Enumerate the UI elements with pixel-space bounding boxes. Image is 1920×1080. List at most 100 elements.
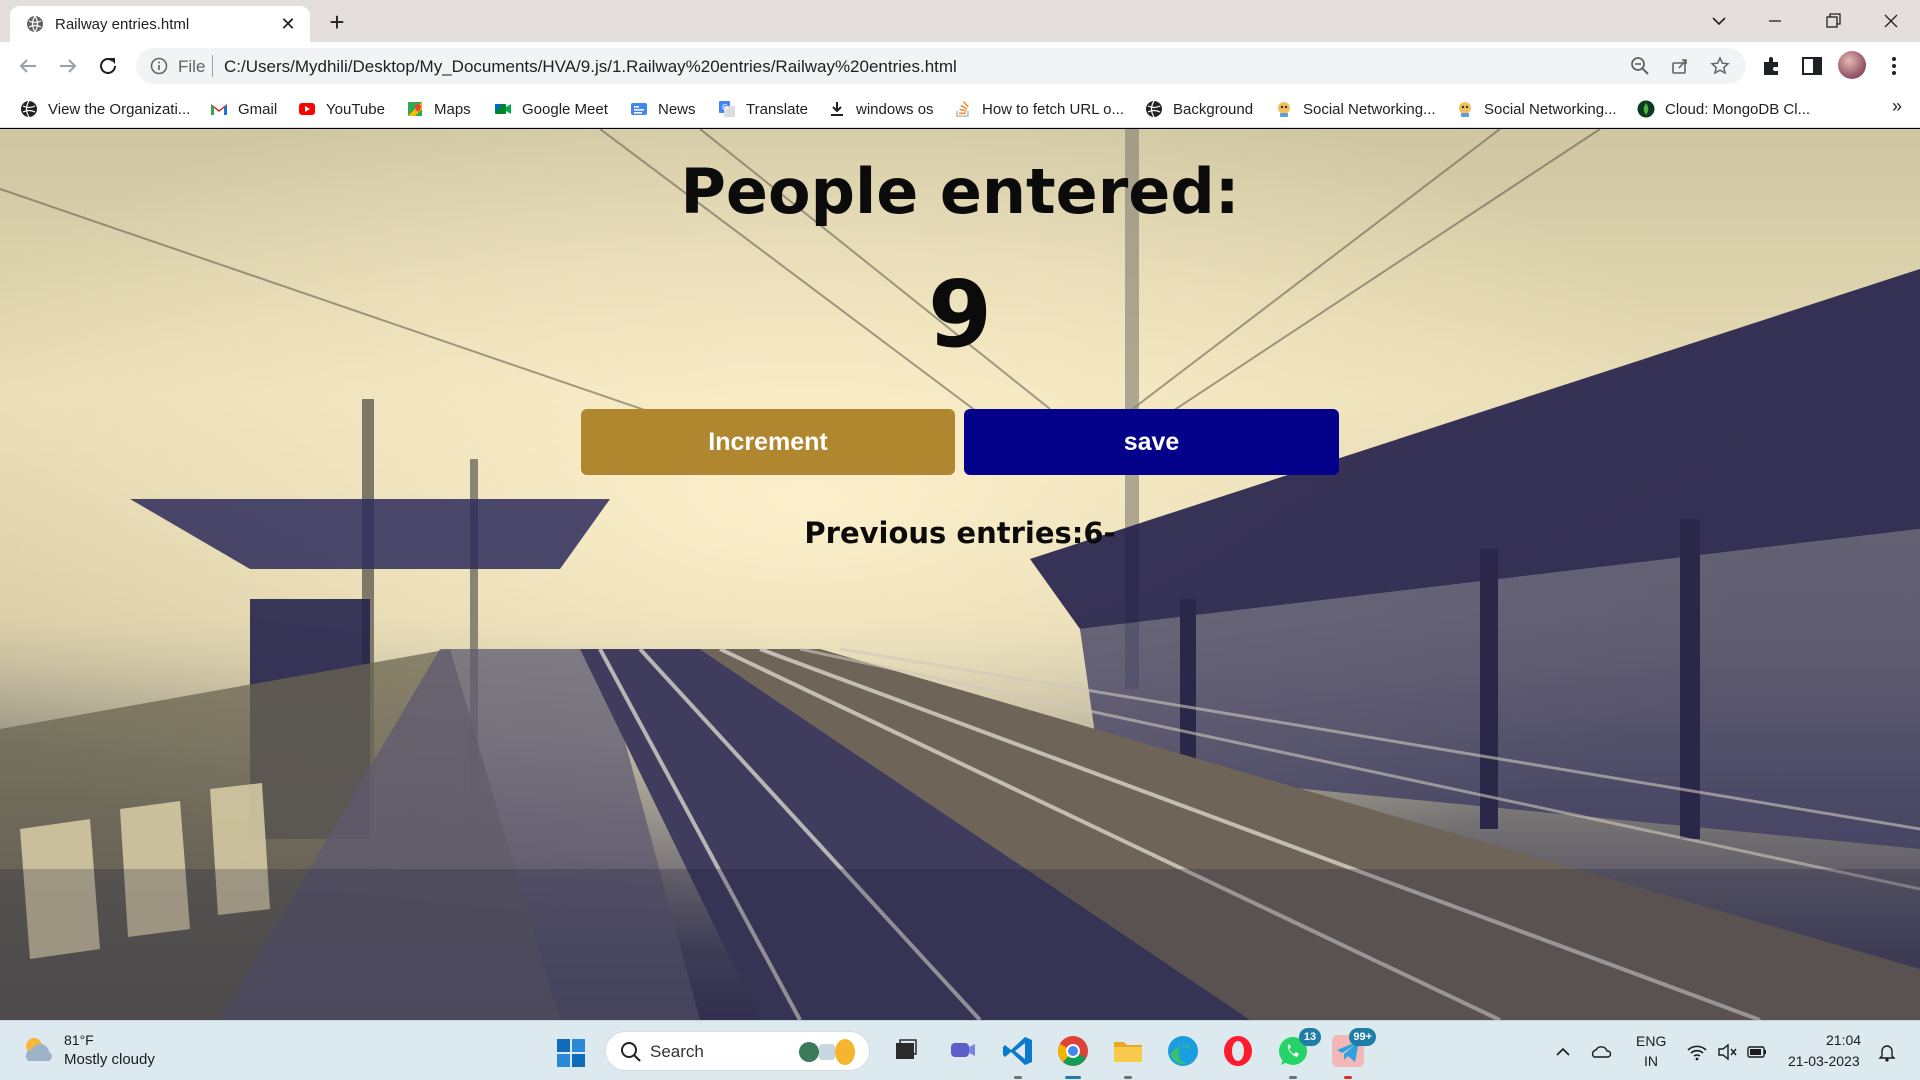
maps-icon [408,102,422,116]
zoom-icon[interactable] [1630,56,1650,76]
vscode-icon[interactable] [1000,1033,1036,1079]
previous-entries-text: Previous entries:6- [804,516,1116,550]
bookmark-label: View the Organizati... [48,100,191,118]
increment-button[interactable]: Increment [581,409,955,475]
file-explorer-icon[interactable] [1110,1033,1146,1079]
bookmark-item[interactable]: windows os [828,98,934,120]
bookmark-label: Translate [746,100,808,118]
bookmark-label: YouTube [326,100,385,118]
tab-strip: Railway entries.html ✕ + [0,0,1920,42]
youtube-icon [299,103,315,115]
bookmark-item[interactable]: Background [1145,98,1253,120]
windows-taskbar: 81°F Mostly cloudy Search 13 99+ ENG IN … [0,1020,1920,1080]
meet-icon [495,104,511,114]
bookmark-item[interactable]: Cloud: MongoDB Cl... [1637,98,1810,120]
page-title: People entered: [680,155,1240,228]
whatsapp-notification-badge: 13 [1299,1028,1321,1046]
bookmark-item[interactable]: News [630,98,696,120]
running-indicator [1289,1076,1297,1079]
bookmark-label: News [658,100,696,118]
bookmark-star-icon[interactable] [1710,56,1730,76]
new-tab-button[interactable]: + [322,8,352,38]
mongodb-icon [1637,100,1655,118]
clock-date[interactable]: 21-03-2023 [1788,1053,1860,1069]
edge-icon[interactable] [1165,1033,1201,1069]
address-bar[interactable]: File C:/Users/Mydhili/Desktop/My_Documen… [136,48,1746,84]
taskbar-search[interactable]: Search [605,1031,870,1071]
download-icon [831,102,843,116]
weather-description: Mostly cloudy [64,1051,155,1068]
teams-chat-icon[interactable] [944,1033,980,1069]
bookmark-label: windows os [856,100,934,118]
search-icon [621,1042,641,1062]
close-window-icon[interactable] [1876,6,1906,36]
bookmark-item[interactable]: YouTube [298,98,385,120]
save-button[interactable]: save [964,409,1339,475]
bookmarks-bar: View the Organizati... Gmail YouTube Map… [0,90,1920,128]
bookmark-item[interactable]: How to fetch URL o... [954,98,1124,120]
profile-avatar[interactable] [1838,51,1866,79]
bookmark-item[interactable]: Maps [406,98,471,120]
stackoverflow-icon [956,101,969,117]
onedrive-cloud-icon[interactable] [1590,1041,1612,1063]
volume-muted-icon[interactable] [1716,1041,1738,1063]
reload-icon[interactable] [94,52,122,80]
search-highlight-icon [799,1039,855,1065]
browser-toolbar: File C:/Users/Mydhili/Desktop/My_Documen… [0,42,1920,90]
info-icon[interactable] [150,57,168,75]
restore-icon[interactable] [1818,6,1848,36]
tab-search-chevron-icon[interactable] [1704,6,1734,36]
address-url[interactable]: C:/Users/Mydhili/Desktop/My_Documents/HV… [224,57,957,77]
telegram-notification-badge: 99+ [1349,1028,1376,1046]
globe-icon [27,15,43,33]
translate-icon: G [719,101,735,117]
bookmark-item[interactable]: Google Meet [494,98,608,120]
whatsapp-icon[interactable]: 13 [1275,1028,1321,1079]
chrome-icon[interactable] [1055,1033,1091,1079]
kebab-menu-icon[interactable] [1882,54,1906,78]
forward-arrow-icon[interactable] [54,52,82,80]
bookmark-label: How to fetch URL o... [982,100,1125,118]
weather-cloudy-icon[interactable] [20,1033,56,1067]
entry-count: 9 [927,261,992,368]
social-icon [1278,102,1290,117]
bookmark-item[interactable]: Social Networking... [1456,98,1617,120]
search-label: Search [650,1042,704,1061]
social-icon [1459,102,1471,117]
globe-icon [1146,100,1162,118]
bookmark-item[interactable]: View the Organizati... [20,98,190,120]
windows-start-icon[interactable] [556,1038,586,1068]
notification-bell-icon[interactable] [1876,1041,1898,1063]
back-arrow-icon[interactable] [14,52,42,80]
clock-time[interactable]: 21:04 [1826,1032,1861,1048]
bookmark-label: Gmail [238,100,278,118]
minimize-icon[interactable] [1760,6,1790,36]
extensions-puzzle-icon[interactable] [1760,54,1784,78]
bookmark-label: Maps [434,100,471,118]
bookmark-label: Social Networking... [1484,100,1617,118]
close-tab-icon[interactable]: ✕ [276,12,300,36]
side-panel-icon[interactable] [1800,54,1824,78]
active-indicator [1065,1076,1081,1079]
task-view-icon[interactable] [888,1033,924,1069]
address-divider [212,55,213,77]
bookmark-label: Cloud: MongoDB Cl... [1665,100,1811,118]
bookmark-item[interactable]: G Translate [718,98,808,120]
bookmark-item[interactable]: Social Networking... [1275,98,1436,120]
language-indicator[interactable]: ENG [1636,1033,1666,1049]
bookmark-label: Social Networking... [1303,100,1436,118]
telegram-icon[interactable]: 99+ [1330,1028,1376,1079]
bookmark-item[interactable]: Gmail [210,98,277,120]
more-bookmarks-chevron-icon[interactable]: » [1892,96,1902,117]
page-viewport: People entered: 9 Increment save Previou… [0,129,1920,1020]
file-scheme-label: File [178,57,206,76]
running-indicator [1344,1076,1352,1079]
wifi-icon[interactable] [1686,1041,1708,1063]
news-icon [631,103,647,115]
browser-tab[interactable]: Railway entries.html ✕ [10,6,310,42]
show-hidden-icons-chevron-icon[interactable] [1552,1041,1574,1063]
running-indicator [1124,1076,1132,1079]
battery-icon[interactable] [1746,1041,1768,1063]
opera-icon[interactable] [1220,1033,1256,1069]
share-icon[interactable] [1670,56,1690,76]
